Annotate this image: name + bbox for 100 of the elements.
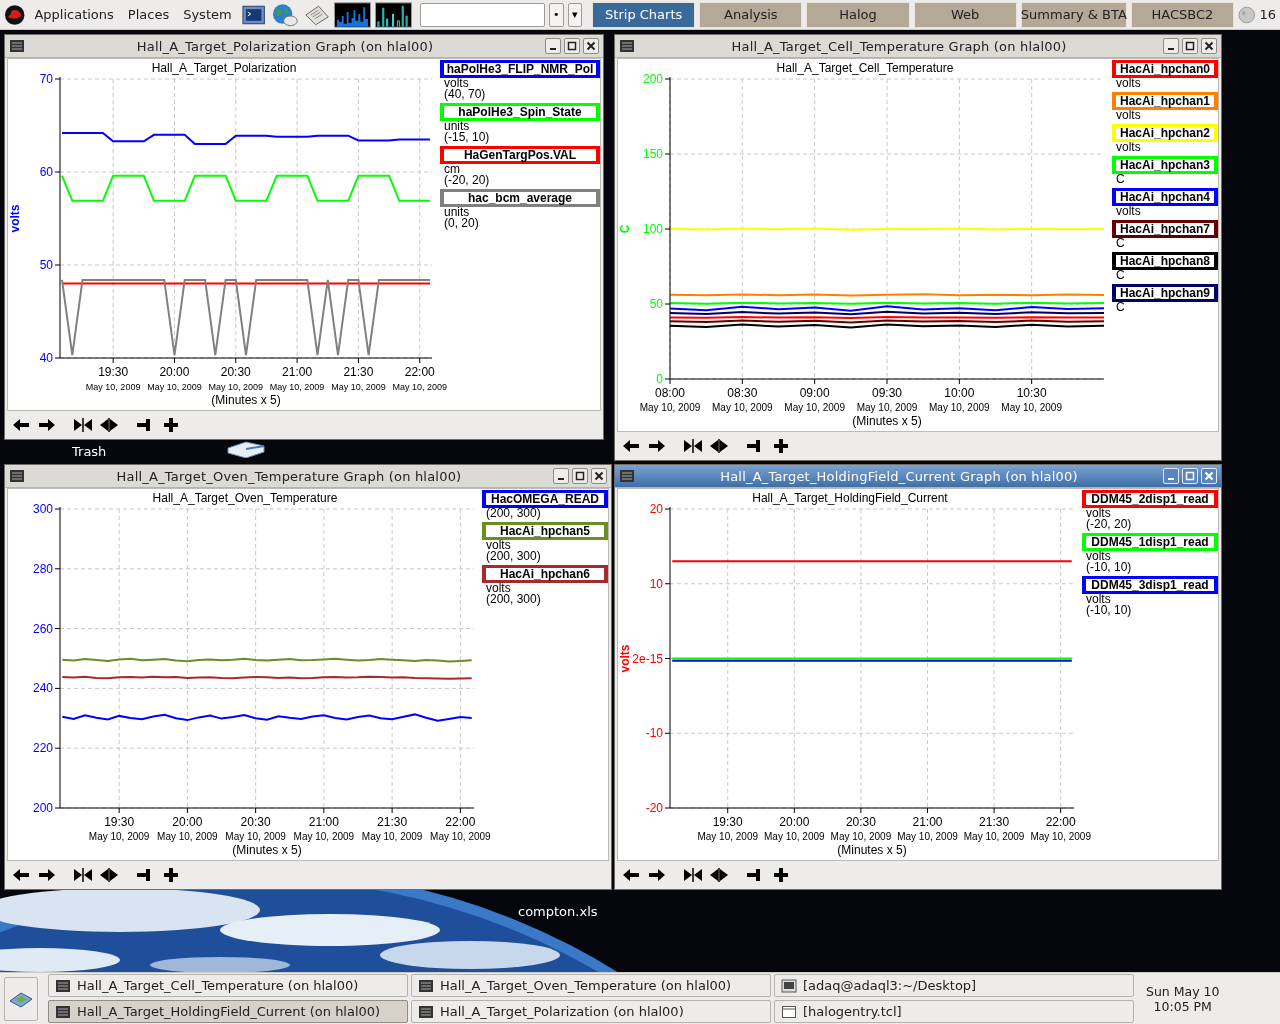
unit-label: volts — [1115, 142, 1142, 153]
axis-tick-label: 0 — [656, 372, 663, 386]
legend-entry: HacOMEGA_READ — [482, 490, 608, 508]
axis-tick-label: 240 — [32, 681, 53, 696]
taskbar-label: Hall_A_Target_HoldingField_Current (on hlal00) — [77, 1004, 381, 1019]
axis-tick-label: -10 — [645, 726, 663, 741]
legend-entry: DDM45_1disp1_read — [1082, 533, 1218, 551]
date-label: May 10, 2009 — [764, 831, 825, 842]
axis-tick-label: 100 — [642, 222, 663, 236]
date-label: May 10, 2009 — [430, 831, 491, 842]
axis-tick-label: -20 — [645, 801, 663, 815]
date-label: May 10, 2009 — [157, 831, 218, 842]
date-label: May 10, 2009 — [856, 402, 918, 413]
unit-label: C — [1115, 238, 1126, 249]
taskbar-label: [adaq@adaql3:~/Desktop] — [803, 978, 977, 993]
axis-tick-label: 22:00 — [404, 365, 435, 379]
x-axis-label: (Minutes x 5) — [852, 414, 922, 428]
date-label: May 10, 2009 — [88, 831, 150, 842]
axis-tick-label: 200 — [642, 72, 663, 86]
x-axis-label: (Minutes x 5) — [232, 843, 302, 857]
taskbar-label: Hall_A_Target_Oven_Temperature (on hlal00) — [440, 978, 732, 993]
date-label: May 10, 2009 — [331, 382, 386, 392]
axis-tick-label: 200 — [32, 801, 53, 815]
unit-label: volts — [485, 540, 511, 551]
date-label: May 10, 2009 — [712, 402, 773, 413]
unit-label: volts — [1085, 594, 1112, 605]
date-label: May 10, 2009 — [147, 382, 202, 392]
axis-tick-label: 19:30 — [98, 365, 129, 379]
date-label: May 10, 2009 — [269, 382, 325, 392]
axis-tick-label: 19:30 — [712, 815, 743, 829]
window-title: Hall_A_Target_Cell_Temperature Graph (on hlal00) — [730, 38, 1068, 54]
axis-tick-label: 70 — [39, 72, 53, 86]
axis-tick-label: 220 — [32, 741, 53, 756]
axis-tick-label: 2e-15 — [632, 651, 663, 666]
axis-tick-label: 21:30 — [377, 815, 408, 829]
axis-tick-label: 20 — [649, 502, 663, 516]
range-label: (40, 70) — [443, 89, 487, 100]
date-label: May 10, 2009 — [225, 831, 286, 842]
legend-entry: DDM45_3disp1_read — [1082, 576, 1218, 594]
legend-entry: HacAi_hpchan8 — [1112, 252, 1218, 270]
axis-tick-label: 21:00 — [308, 815, 339, 829]
range-label: (-10, 10) — [1085, 562, 1133, 573]
unit-label: volts — [1115, 110, 1142, 121]
unit-label: units — [443, 121, 471, 132]
axis-tick-label: 50 — [649, 297, 663, 311]
date-label: May 10, 2009 — [208, 382, 264, 392]
date-label: May 10, 2009 — [697, 831, 758, 842]
unit-label: units — [443, 207, 470, 218]
range-label: (200, 300) — [485, 508, 542, 519]
unit-label: cm — [443, 164, 460, 175]
axis-tick-label: 60 — [39, 165, 53, 179]
axis-tick-label: 10:30 — [1016, 386, 1047, 400]
taskbar-label: Hall_A_Target_Polarization (on hlal00) — [440, 1004, 684, 1019]
axis-tick-label: 20:30 — [845, 815, 876, 829]
axis-tick-label: 19:30 — [104, 815, 135, 829]
legend-entry: HacAi_hpchan0 — [1112, 60, 1218, 78]
unit-label: C — [1115, 302, 1126, 313]
range-label: (200, 300) — [485, 594, 542, 605]
range-label: (-20, 20) — [1085, 519, 1133, 530]
y-axis-label: C — [618, 224, 632, 234]
date-label: May 10, 2009 — [1001, 402, 1062, 413]
axis-tick-label: 20:30 — [240, 815, 271, 829]
unit-label: volts — [485, 583, 511, 594]
range-label: (-15, 10) — [443, 132, 491, 143]
date-label: May 10, 2009 — [830, 831, 892, 842]
date-label: May 10, 2009 — [293, 831, 355, 842]
unit-label: volts — [1115, 78, 1142, 89]
date-label: May 10, 2009 — [784, 402, 845, 413]
date-label: May 10, 2009 — [639, 402, 701, 413]
clock-time: 10:05 PM — [1153, 998, 1212, 1014]
legend-entry: HacAi_hpchan6 — [482, 565, 608, 583]
x-axis-label: (Minutes x 5) — [211, 393, 281, 407]
date-label: May 10, 2009 — [929, 402, 990, 413]
chart-title: Hall_A_Target_Oven_Temperature — [152, 491, 338, 505]
date-label: May 10, 2009 — [963, 831, 1025, 842]
axis-tick-label: 20:00 — [779, 815, 810, 829]
legend-entry: DDM45_2disp1_read — [1082, 490, 1218, 508]
range-label: (-10, 10) — [1085, 605, 1133, 616]
axis-tick-label: 20:30 — [220, 365, 251, 379]
axis-tick-label: 10 — [649, 576, 663, 591]
axis-tick-label: 21:30 — [343, 365, 374, 379]
temperature-label: 16 — [1259, 7, 1277, 22]
unit-label: volts — [1085, 551, 1112, 562]
unit-label: volts — [1085, 508, 1112, 519]
axis-tick-label: 09:30 — [872, 386, 902, 400]
date-label: May 10, 2009 — [897, 831, 958, 842]
range-label: (-20, 20) — [443, 175, 491, 186]
axis-tick-label: 150 — [642, 147, 663, 161]
legend-entry: haPolHe3_Spin_State — [440, 103, 600, 121]
axis-tick-label: 08:30 — [727, 386, 758, 400]
axis-tick-label: 260 — [32, 621, 53, 636]
axis-tick-label: 20:00 — [159, 365, 190, 379]
date-label: May 10, 2009 — [85, 382, 141, 392]
legend-entry: HacAi_hpchan7 — [1112, 220, 1218, 238]
axis-tick-label: 10:00 — [944, 386, 975, 400]
date-label: May 10, 2009 — [1030, 831, 1091, 842]
axis-tick-label: 22:00 — [1045, 815, 1076, 829]
date-label: May 10, 2009 — [361, 831, 423, 842]
chart-title: Hall_A_Target_HoldingField_Current — [752, 491, 948, 505]
y-axis-label: volts — [618, 644, 632, 673]
